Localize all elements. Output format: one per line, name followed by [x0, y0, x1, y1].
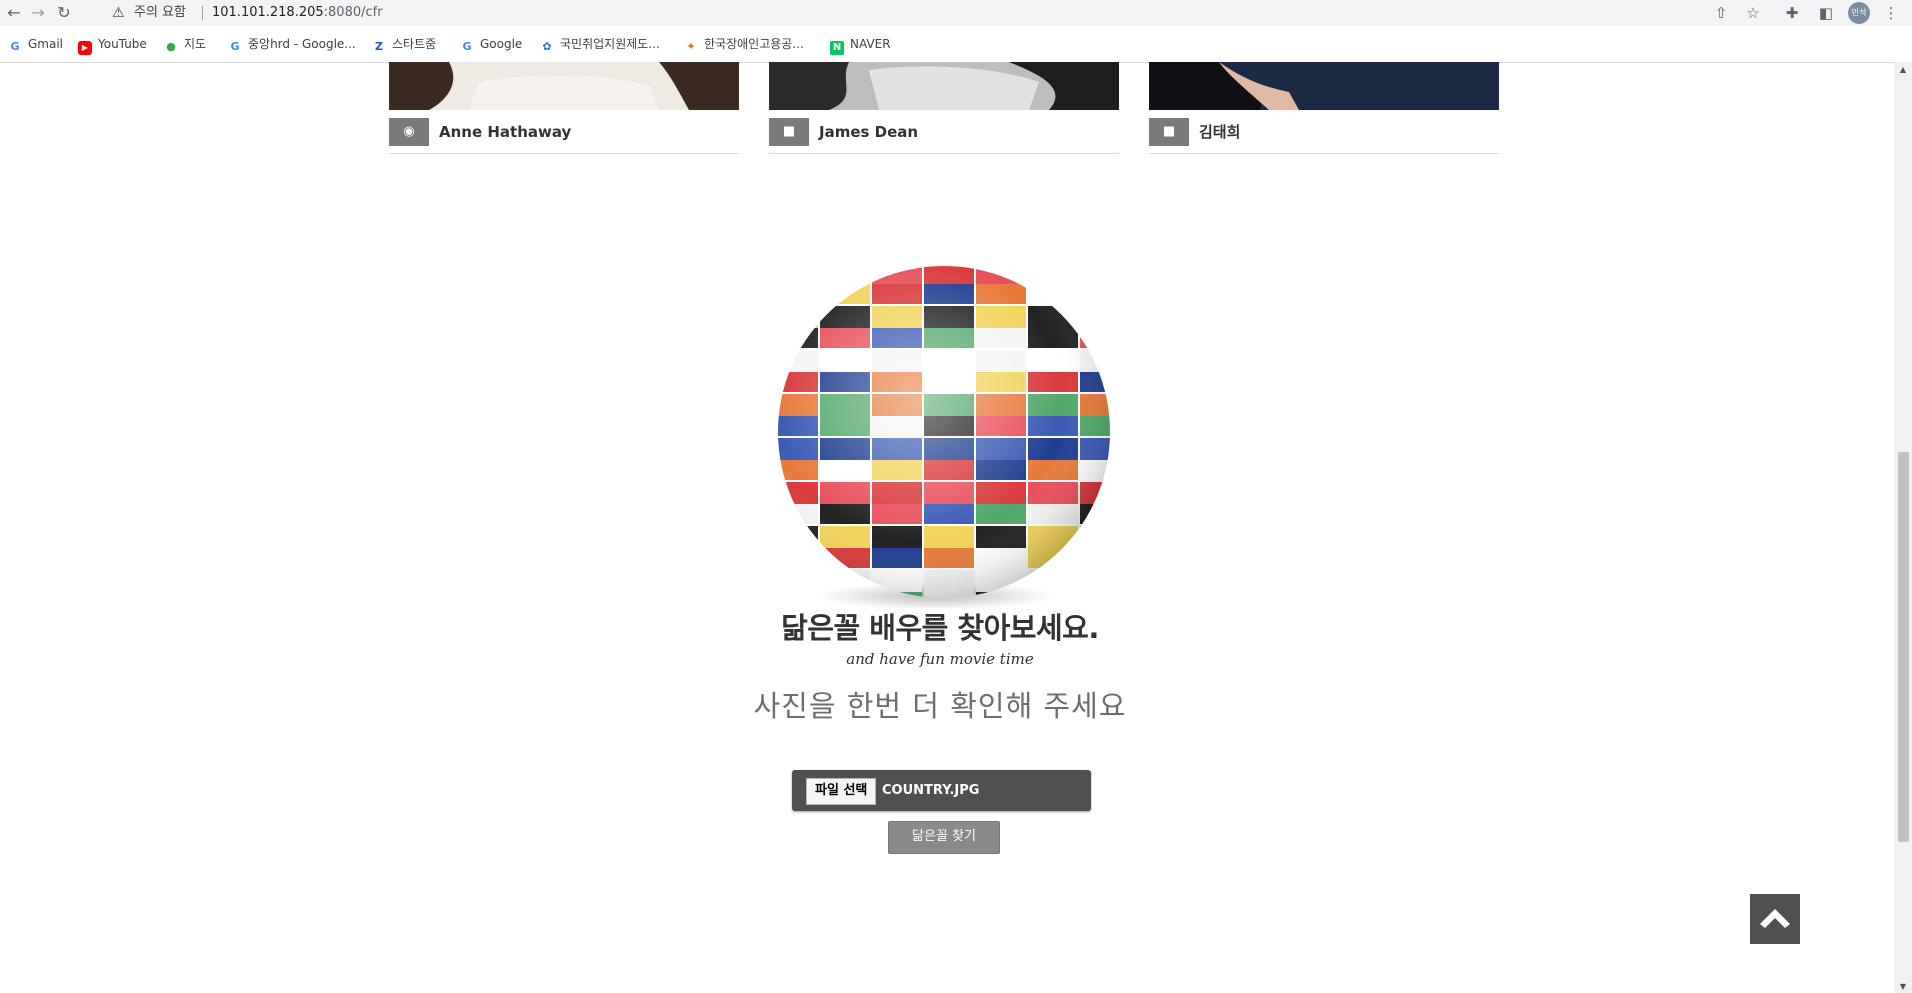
flag-tile	[778, 306, 818, 328]
menu-dots-icon[interactable]: ⋮	[1878, 1, 1904, 25]
actor-name: 김태희	[1199, 123, 1241, 141]
video-camera-icon: ■	[1149, 118, 1189, 146]
url-path: :8080/cfr	[323, 5, 383, 20]
warning-triangle-icon[interactable]: ⚠	[112, 1, 125, 25]
extensions-puzzle-icon[interactable]: ✚	[1779, 1, 1805, 25]
actor-photo-image	[389, 62, 739, 110]
actor-photo-image	[769, 62, 1119, 110]
scrollbar-thumb[interactable]	[1898, 452, 1909, 842]
scroll-up-arrow-icon[interactable]: ▲	[1898, 66, 1908, 74]
security-warning-label: 주의 요함	[134, 5, 186, 20]
forward-arrow-icon[interactable]: →	[26, 1, 50, 25]
actor-card-anne-hathaway[interactable]: ◉ Anne Hathaway	[389, 62, 739, 154]
url-host: 101.101.218.205	[212, 5, 324, 20]
flag-tile	[1080, 306, 1110, 328]
actor-photo[interactable]	[769, 62, 1119, 110]
bookmark-employment[interactable]: ✿ 국민취업지원제도...	[540, 34, 659, 54]
naver-icon: N	[830, 41, 844, 55]
google-icon: G	[462, 40, 472, 53]
reload-icon[interactable]: ↻	[52, 1, 76, 25]
actor-name: Anne Hathaway	[439, 123, 572, 141]
bookmark-gmail[interactable]: G Gmail	[8, 34, 63, 54]
bookmarks-bar: G Gmail ▶ YouTube ● 지도 G 중앙hrd - Google... Z…	[0, 26, 1912, 63]
flag-tile	[1080, 570, 1110, 592]
file-upload-field[interactable]: 파일 선택 COUNTRY.JPG	[792, 770, 1091, 811]
share-icon[interactable]: ⇧	[1708, 1, 1734, 25]
flag-tile	[1080, 548, 1110, 568]
bookmark-youtube[interactable]: ▶ YouTube	[78, 34, 147, 55]
video-camera-icon: ■	[769, 118, 809, 146]
scroll-top-button[interactable]	[1750, 894, 1800, 944]
bookmark-google[interactable]: G Google	[460, 34, 522, 54]
flag-tile	[820, 266, 870, 284]
actor-name: James Dean	[819, 123, 919, 141]
card-divider	[1149, 153, 1499, 154]
page-title: 닮은꼴 배우를 찾아보세요.	[781, 611, 1099, 645]
page-subtitle: and have fun movie time	[846, 650, 1034, 668]
flag-globe-image	[768, 262, 1114, 608]
star-icon[interactable]: ☆	[1740, 1, 1766, 25]
scroll-down-arrow-icon[interactable]: ▼	[1898, 983, 1908, 991]
side-panel-icon[interactable]: ◧	[1813, 1, 1839, 25]
youtube-icon: ▶	[78, 41, 92, 55]
bookmark-startzoom[interactable]: Z 스타트줌	[372, 34, 436, 54]
bookmark-kead[interactable]: ✦ 한국장애인고용공...	[684, 34, 803, 54]
card-divider	[389, 153, 739, 154]
selected-file-name: COUNTRY.JPG	[882, 783, 980, 798]
chevron-up-icon	[1760, 909, 1790, 928]
address-bar[interactable]: ⚠ 주의 요함 101.101.218.205:8080/cfr	[100, 1, 1700, 25]
actor-card-james-dean[interactable]: ■ James Dean	[769, 62, 1119, 154]
flag-tile	[1080, 526, 1110, 548]
browser-toolbar: ← → ↻ ⚠ 주의 요함 101.101.218.205:8080/cfr ⇧…	[0, 0, 1912, 26]
ministry-icon: ✿	[542, 40, 552, 53]
bookmark-naver[interactable]: N NAVER	[830, 34, 891, 55]
result-hint-text: 사진을 한번 더 확인해 주세요	[753, 689, 1127, 723]
address-divider	[202, 6, 203, 20]
z-logo-icon: Z	[375, 40, 383, 53]
maps-pin-icon: ●	[166, 40, 176, 53]
back-arrow-icon[interactable]: ←	[2, 1, 26, 25]
bookmark-maps[interactable]: ● 지도	[164, 34, 206, 54]
camera-icon: ◉	[389, 118, 429, 146]
avatar[interactable]: 민석	[1848, 2, 1870, 24]
flag-tile	[778, 570, 818, 592]
url-text: 101.101.218.205:8080/cfr	[212, 1, 383, 25]
actor-photo-image	[1149, 62, 1499, 110]
choose-file-button[interactable]: 파일 선택	[806, 778, 877, 805]
flag-tile	[1028, 266, 1078, 284]
actor-photo[interactable]	[389, 62, 739, 110]
find-lookalike-button[interactable]: 닮은꼴 찾기	[888, 821, 1000, 854]
flag-tile	[778, 284, 818, 304]
flag-tile	[1080, 266, 1110, 284]
bookmark-hrd[interactable]: G 중앙hrd - Google...	[228, 34, 355, 54]
flag-tile	[778, 266, 818, 284]
actor-photo[interactable]	[1149, 62, 1499, 110]
google-icon: G	[230, 40, 240, 53]
actor-card-kim-tae-hee[interactable]: ■ 김태희	[1149, 62, 1499, 154]
google-icon: G	[10, 40, 20, 53]
card-divider	[769, 153, 1119, 154]
flag-tile	[778, 548, 818, 568]
kead-icon: ✦	[686, 40, 696, 53]
flag-tile	[1080, 284, 1110, 304]
flag-globe-graphic	[778, 266, 1110, 608]
